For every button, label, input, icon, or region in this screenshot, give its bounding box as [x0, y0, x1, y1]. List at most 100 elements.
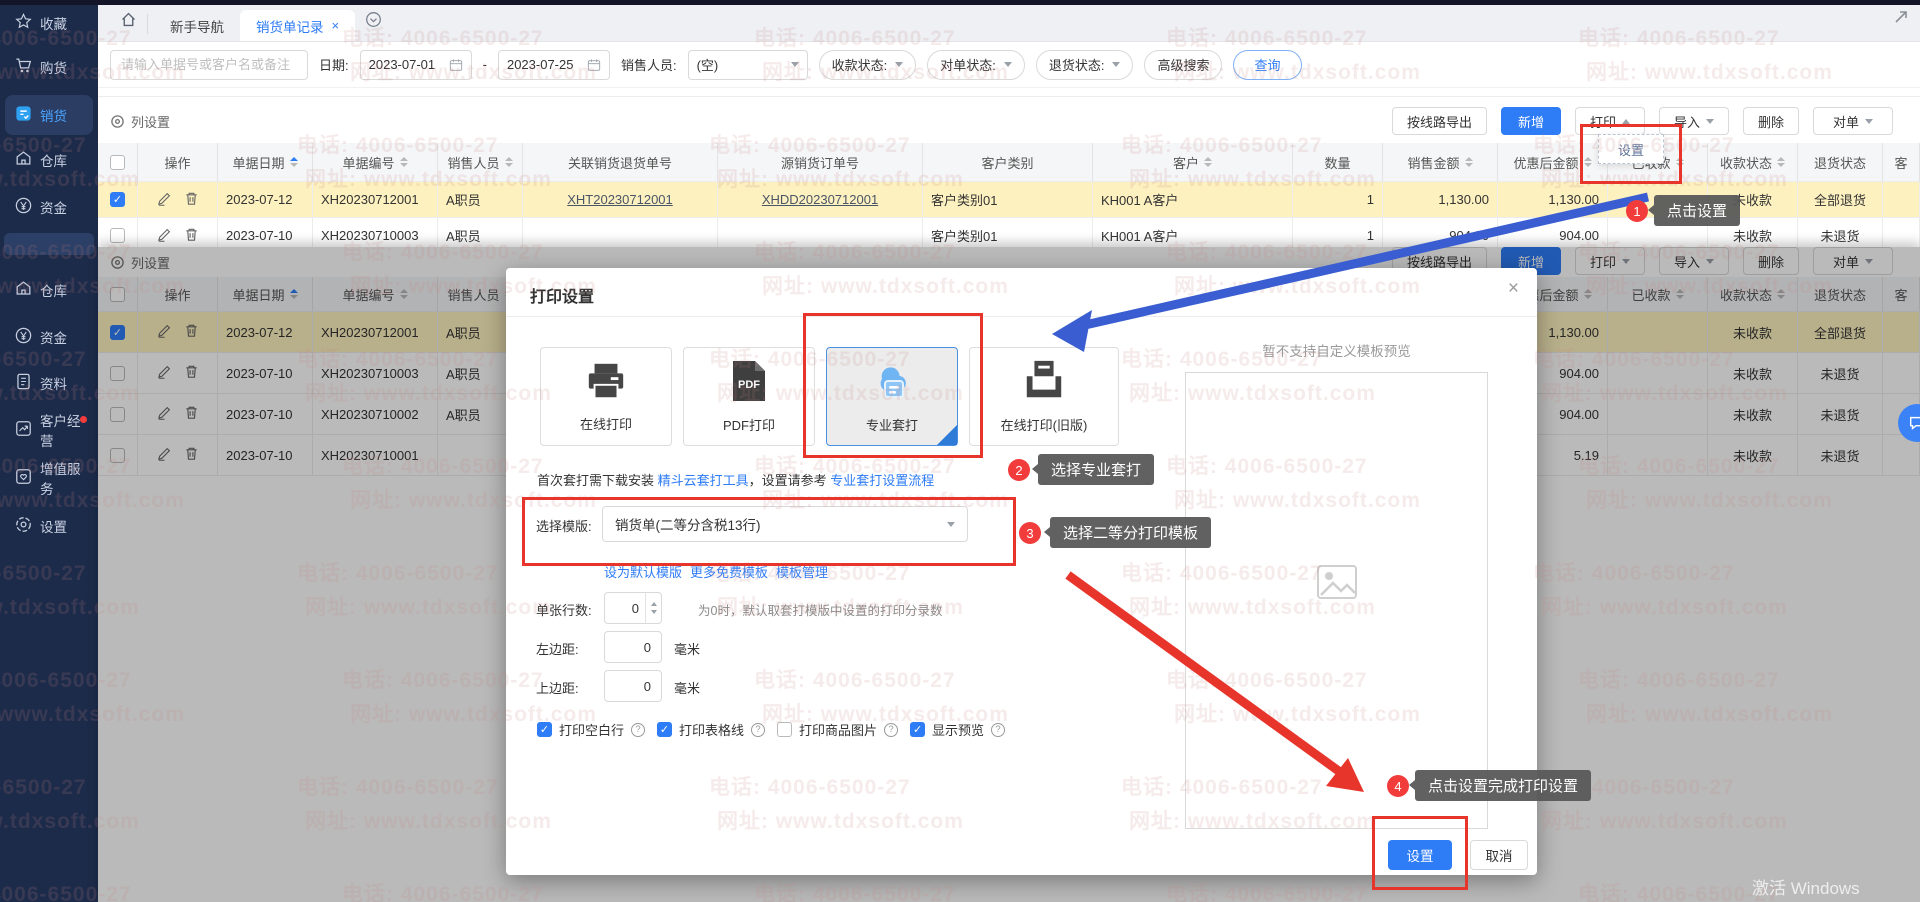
column-settings-button[interactable]: 列设置	[110, 112, 170, 131]
sort-icon[interactable]	[1777, 157, 1785, 167]
print-option-label: 在线打印	[580, 414, 632, 433]
column-header-8[interactable]: 数量	[1293, 143, 1383, 182]
delete-button[interactable]: 删除	[1743, 107, 1799, 135]
source-order-link[interactable]: XHDD20230712001	[762, 192, 878, 207]
print-blank-rows-checkbox[interactable]: ✓	[537, 722, 552, 737]
confirm-settings-button[interactable]: 设置	[1388, 840, 1452, 870]
column-header-12[interactable]: 收款状态	[1708, 143, 1798, 182]
help-icon[interactable]: ?	[991, 723, 1005, 737]
sidebar-item-label: 购货	[40, 57, 67, 77]
sort-icon[interactable]	[1204, 157, 1212, 167]
sort-icon[interactable]	[400, 157, 408, 167]
column-header-0[interactable]: 操作	[138, 143, 218, 182]
confirm-label: 设置	[1407, 849, 1434, 864]
sort-icon[interactable]	[1676, 157, 1684, 167]
column-header-7[interactable]: 客户	[1093, 143, 1293, 182]
delete-icon[interactable]	[184, 227, 199, 245]
cancel-button[interactable]: 取消	[1470, 840, 1528, 870]
close-icon[interactable]: ×	[1508, 278, 1519, 300]
print-option-printer-legacy[interactable]: 在线打印(旧版)	[969, 347, 1119, 446]
add-button[interactable]: 新增	[1501, 107, 1561, 135]
date-from-input[interactable]: 2023-07-01	[360, 50, 472, 80]
sidebar-item-settings[interactable]: 设置	[5, 506, 93, 546]
template-manage-link[interactable]: 模板管理	[776, 562, 828, 581]
help-icon[interactable]: ?	[631, 723, 645, 737]
search-input[interactable]	[119, 56, 299, 73]
tab-close-icon[interactable]: ×	[332, 18, 340, 33]
query-button[interactable]: 查询	[1233, 50, 1301, 80]
column-header-label: 操作	[164, 153, 190, 172]
more-free-templates-link[interactable]: 更多免费模板	[690, 562, 768, 581]
template-label: 选择模版:	[536, 516, 592, 535]
setup-guide-link[interactable]: 专业套打设置流程	[830, 473, 934, 488]
sidebar-item-purchase[interactable]: 购货	[5, 47, 93, 87]
column-header-9[interactable]: 销售金额	[1383, 143, 1498, 182]
column-header-2[interactable]: 单据编号	[313, 143, 438, 182]
filter-dropdown-1[interactable]: 对单状态:	[927, 50, 1025, 80]
sidebar-item-value-added-services[interactable]: 增值服务	[5, 458, 93, 498]
sidebar-item-funds[interactable]: 资金	[5, 317, 93, 357]
column-header-1[interactable]: 单据日期	[218, 143, 313, 182]
row-checkbox[interactable]	[110, 228, 125, 243]
print-table-lines-checkbox[interactable]: ✓	[657, 722, 672, 737]
table-cell: 1,130.00	[1498, 182, 1608, 218]
print-product-images-checkbox[interactable]	[777, 722, 792, 737]
export-by-route-button[interactable]: 按线路导出	[1392, 107, 1487, 135]
install-tool-link[interactable]: 精斗云套打工具	[658, 473, 749, 488]
import-button[interactable]: 导入	[1659, 107, 1729, 135]
edit-icon[interactable]	[157, 191, 172, 209]
advanced-search-button[interactable]: 高级搜索	[1144, 50, 1222, 80]
sidebar-item-warehouse[interactable]: 仓库	[5, 140, 93, 180]
services-icon	[14, 467, 33, 489]
edit-icon[interactable]	[157, 227, 172, 245]
column-header-13[interactable]: 退货状态	[1798, 143, 1883, 182]
tab-guide[interactable]: 新手导航	[154, 10, 240, 41]
table-row[interactable]: ✓2023-07-12XH20230712001A职员XHT2023071200…	[98, 182, 1920, 218]
help-icon[interactable]: ?	[751, 723, 765, 737]
sort-icon[interactable]	[290, 157, 298, 167]
set-default-template-link[interactable]: 设为默认模版	[604, 562, 682, 581]
column-header-5[interactable]: 源销货订单号	[718, 143, 923, 182]
template-select[interactable]: 销货单(二等分含税13行)	[602, 506, 968, 542]
print-option-cloud-print[interactable]: 专业套打	[826, 347, 958, 446]
stepper-arrows[interactable]	[645, 593, 661, 623]
left-margin-input[interactable]: 0	[604, 631, 662, 663]
tab-list-icon[interactable]	[365, 11, 382, 33]
row-checkbox[interactable]: ✓	[110, 192, 125, 207]
print-option-pdf-file[interactable]: PDFPDF打印	[683, 347, 815, 446]
delete-icon[interactable]	[184, 191, 199, 209]
column-header-4[interactable]: 关联销货退货单号	[523, 143, 718, 182]
sidebar-item-customer-ops[interactable]: 客户经营	[5, 410, 93, 450]
sidebar-item-sales[interactable]: 销货	[5, 95, 93, 135]
select-all-checkbox[interactable]	[110, 155, 125, 170]
return-order-link[interactable]: XHT20230712001	[567, 192, 673, 207]
sidebar-item-funds[interactable]: 资金	[5, 187, 93, 227]
reconcile-button[interactable]: 对单	[1813, 107, 1893, 135]
sidebar-item-warehouse[interactable]: 仓库	[5, 270, 93, 310]
sort-icon[interactable]	[1584, 157, 1592, 167]
print-option-printer[interactable]: 在线打印	[540, 347, 672, 446]
print-button[interactable]: 打印	[1575, 107, 1645, 135]
sort-icon[interactable]	[505, 157, 513, 167]
column-header-6[interactable]: 客户类别	[923, 143, 1093, 182]
sidebar-item-data[interactable]: 资料	[5, 363, 93, 403]
column-header-14[interactable]: 客	[1883, 143, 1920, 182]
filter-dropdown-0[interactable]: 收款状态:	[819, 50, 917, 80]
home-icon[interactable]	[120, 11, 137, 33]
date-to-input[interactable]: 2023-07-25	[498, 50, 610, 80]
rows-per-page-stepper[interactable]: 0	[604, 592, 662, 624]
sort-icon[interactable]	[1465, 157, 1473, 167]
column-header-10[interactable]: 优惠后金额	[1498, 143, 1608, 182]
salesperson-select[interactable]: (空)	[688, 50, 808, 80]
tab-separator	[147, 14, 148, 34]
tab-sales-records[interactable]: 销货单记录×	[240, 10, 355, 41]
help-icon[interactable]: ?	[884, 723, 898, 737]
sidebar-item-favorites[interactable]: 收藏	[5, 3, 93, 43]
print-menu-item-settings[interactable]: 设置	[1598, 134, 1664, 164]
filter-dropdown-2[interactable]: 退货状态:	[1036, 50, 1134, 80]
column-header-label: 优惠后金额	[1513, 153, 1578, 172]
window-corner-icon[interactable]	[1893, 9, 1909, 30]
top-margin-input[interactable]: 0	[604, 670, 662, 702]
show-preview-checkbox[interactable]: ✓	[910, 722, 925, 737]
column-header-3[interactable]: 销售人员	[438, 143, 523, 182]
